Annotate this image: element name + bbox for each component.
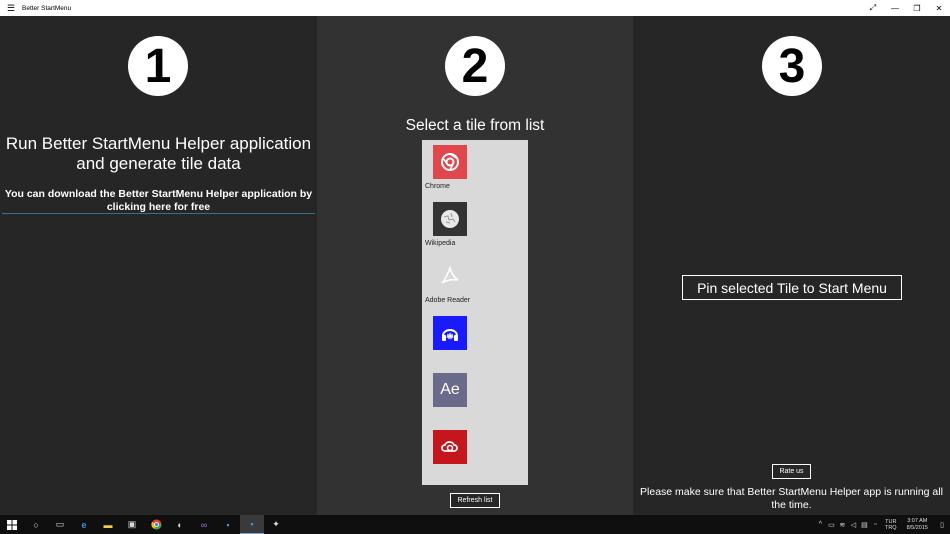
store-icon[interactable]: ▣ — [120, 515, 144, 534]
chrome-icon — [433, 145, 467, 179]
task-view-icon[interactable]: ▭ — [48, 515, 72, 534]
notification-icon[interactable]: ▯ — [934, 515, 950, 534]
language-indicator[interactable]: TUR TRQ — [881, 519, 901, 531]
download-helper-link[interactable]: You can download the Better StartMenu He… — [0, 188, 317, 214]
pin-tile-button[interactable]: Pin selected Tile to Start Menu — [682, 275, 902, 300]
hamburger-icon[interactable]: ☰ — [0, 0, 22, 16]
message-icon[interactable]: ▫ — [870, 515, 881, 534]
chrome-taskbar-icon[interactable] — [144, 515, 168, 534]
visual-studio-icon[interactable]: ∞ — [192, 515, 216, 534]
close-icon[interactable]: ✕ — [928, 0, 950, 16]
window-controls: ⤢ — ❐ ✕ — [862, 0, 950, 16]
step-3-number: 3 — [762, 36, 822, 96]
clock[interactable]: 3:07 AM 8/5/2015 — [901, 518, 934, 532]
tile-after-effects[interactable]: Ae — [422, 368, 528, 425]
wikipedia-icon — [433, 202, 467, 236]
app-window-icon[interactable]: ▪ — [216, 515, 240, 534]
restore-icon[interactable]: ❐ — [906, 0, 928, 16]
adobe-reader-icon — [433, 259, 467, 293]
step-1-number: 1 — [128, 36, 188, 96]
title-bar: ☰ Better StartMenu ⤢ — ❐ ✕ — [0, 0, 950, 16]
tile-list[interactable]: Chrome Wikipedia Adobe Reader Ae — [422, 140, 528, 485]
tile-label: Wikipedia — [425, 240, 456, 247]
step-2-number: 2 — [445, 36, 505, 96]
taskbar: ○ ▭ e ▬ ▣ ◐ ∞ ▪ ▪ ✦ ^ ▭ ≋ ◁ ▤ ▫ TUR TRQ … — [0, 515, 950, 534]
cortana-icon[interactable]: ○ — [24, 515, 48, 534]
tile-label: Adobe Reader — [425, 297, 471, 304]
tile-headphones[interactable] — [422, 311, 528, 368]
edge-icon[interactable]: e — [72, 515, 96, 534]
tile-chrome[interactable]: Chrome — [422, 140, 528, 197]
tile-label: Chrome — [425, 183, 450, 190]
tile-wikipedia[interactable]: Wikipedia — [422, 197, 528, 254]
link-underline — [2, 213, 315, 214]
refresh-list-button[interactable]: Refresh list — [450, 493, 500, 508]
helper-running-note: Please make sure that Better StartMenu H… — [640, 486, 943, 511]
wifi-icon[interactable]: ≋ — [837, 515, 848, 534]
creative-cloud-icon — [433, 430, 467, 464]
step-2-heading: Select a tile from list — [405, 117, 545, 134]
app-bird-icon[interactable]: ✦ — [264, 515, 288, 534]
app-icon[interactable]: ◐ — [168, 515, 192, 534]
volume-icon[interactable]: ◁ — [848, 515, 859, 534]
keyboard-icon[interactable]: ▤ — [859, 515, 870, 534]
step-1-heading: Run Better StartMenu Helper application … — [5, 134, 312, 173]
file-explorer-icon[interactable]: ▬ — [96, 515, 120, 534]
expand-icon[interactable]: ⤢ — [862, 0, 884, 16]
step-2-panel: 2 Select a tile from list Chrome Wikiped… — [317, 16, 633, 515]
windows-start-icon[interactable] — [0, 515, 24, 534]
step-1-panel: 1 Run Better StartMenu Helper applicatio… — [0, 16, 317, 515]
tile-creative-cloud[interactable] — [422, 425, 528, 482]
better-startmenu-icon[interactable]: ▪ — [240, 515, 264, 534]
system-tray: ^ ▭ ≋ ◁ ▤ ▫ TUR TRQ 3:07 AM 8/5/2015 ▯ — [815, 515, 950, 534]
after-effects-icon: Ae — [433, 373, 467, 407]
chevron-up-icon[interactable]: ^ — [815, 515, 826, 534]
tile-adobe-reader[interactable]: Adobe Reader — [422, 254, 528, 311]
step-3-panel: 3 Pin selected Tile to Start Menu Rate u… — [633, 16, 950, 515]
rate-us-button[interactable]: Rate us — [772, 464, 811, 479]
headphones-icon — [433, 316, 467, 350]
minimize-icon[interactable]: — — [884, 0, 906, 16]
network-icon[interactable]: ▭ — [826, 515, 837, 534]
window-title: Better StartMenu — [22, 4, 72, 12]
